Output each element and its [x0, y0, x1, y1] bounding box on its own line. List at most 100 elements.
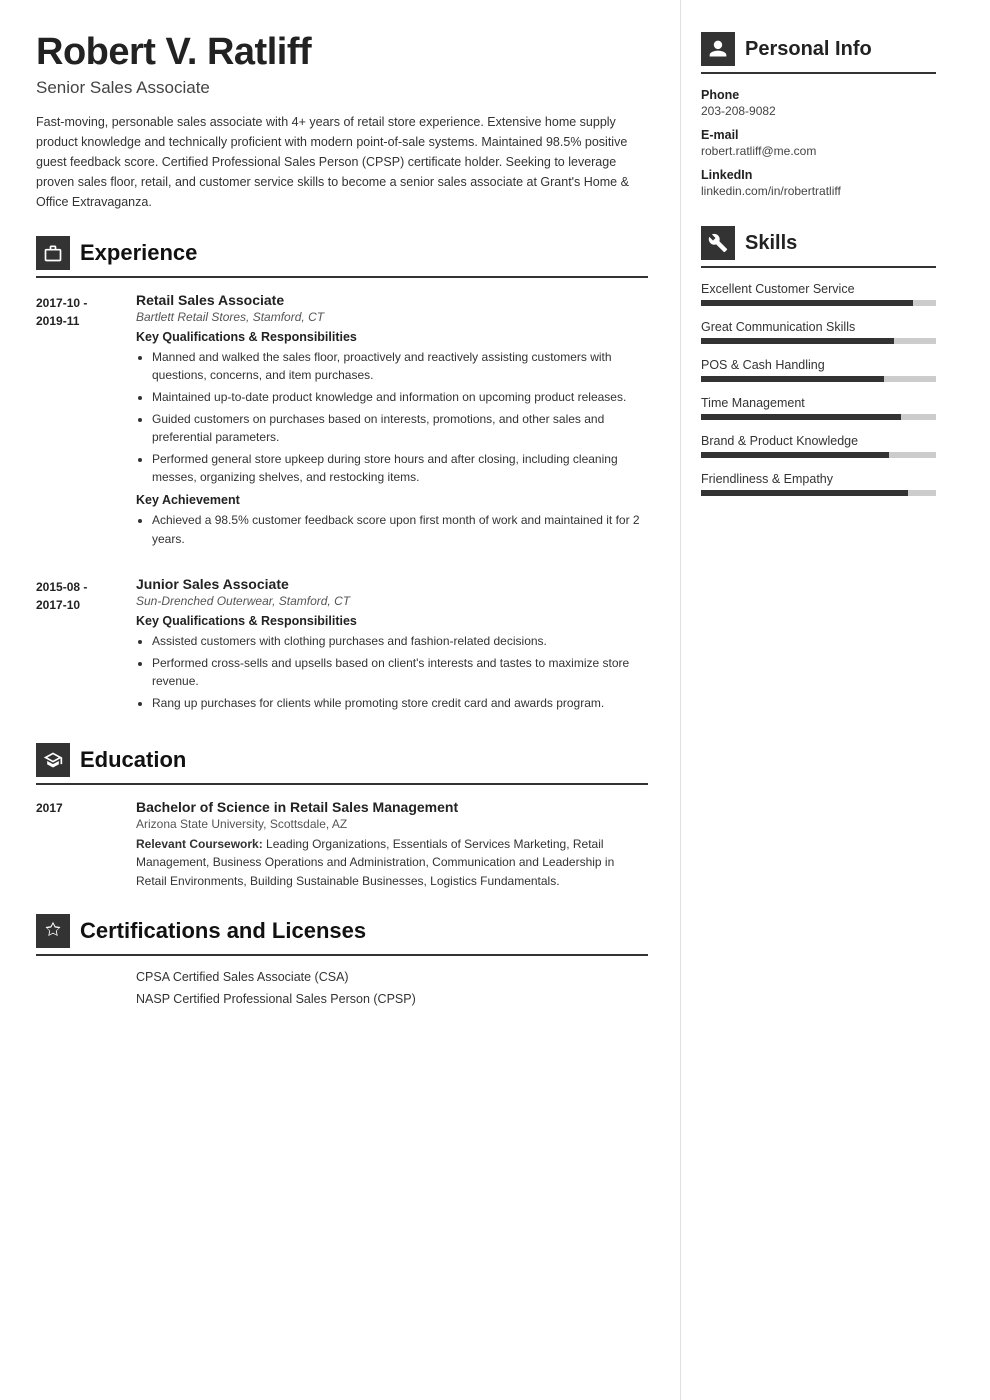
skills-icon: [701, 226, 735, 260]
email-block: E-mail robert.ratliff@me.com: [701, 128, 936, 158]
phone-value: 203-208-9082: [701, 104, 936, 118]
cert-entries: CPSA Certified Sales Associate (CSA) NASP…: [36, 970, 648, 1006]
edu-degree-0: Bachelor of Science in Retail Sales Mana…: [136, 799, 648, 815]
personal-info-section: Personal Info Phone 203-208-9082 E-mail …: [701, 32, 936, 198]
resume-wrapper: Robert V. Ratliff Senior Sales Associate…: [0, 0, 990, 1400]
exp-qual-item-1-1: Performed cross-sells and upsells based …: [152, 654, 648, 691]
skill-item-1: Great Communication Skills: [701, 320, 936, 344]
exp-content-0: Retail Sales Associate Bartlett Retail St…: [136, 292, 648, 554]
skills-section: Skills Excellent Customer Service Great C…: [701, 226, 936, 496]
skill-item-2: POS & Cash Handling: [701, 358, 936, 382]
right-column: Personal Info Phone 203-208-9082 E-mail …: [680, 0, 960, 1400]
exp-qual-list-1: Assisted customers with clothing purchas…: [136, 632, 648, 712]
skill-name-2: POS & Cash Handling: [701, 358, 936, 372]
exp-dates-0: 2017-10 -2019-11: [36, 292, 136, 554]
skills-header: Skills: [701, 226, 936, 260]
experience-icon: [36, 236, 70, 270]
email-value: robert.ratliff@me.com: [701, 144, 936, 158]
exp-company-0: Bartlett Retail Stores, Stamford, CT: [136, 310, 648, 324]
edu-coursework-0: Relevant Coursework: Leading Organizatio…: [136, 835, 648, 891]
skill-bar-fill-4: [701, 452, 889, 458]
edu-content-0: Bachelor of Science in Retail Sales Mana…: [136, 799, 648, 891]
edu-year-0: 2017: [36, 799, 136, 891]
education-divider: [36, 783, 648, 785]
exp-qual-item-0-2: Guided customers on purchases based on i…: [152, 410, 648, 447]
phone-block: Phone 203-208-9082: [701, 88, 936, 118]
linkedin-value: linkedin.com/in/robertratliff: [701, 184, 936, 198]
phone-label: Phone: [701, 88, 936, 102]
exp-qual-item-0-0: Manned and walked the sales floor, proac…: [152, 348, 648, 385]
edu-school-0: Arizona State University, Scottsdale, AZ: [136, 817, 648, 831]
skill-bar-bg-0: [701, 300, 936, 306]
skills-divider: [701, 266, 936, 268]
education-icon: [36, 743, 70, 777]
skill-item-4: Brand & Product Knowledge: [701, 434, 936, 458]
experience-entries: 2017-10 -2019-11Retail Sales Associate Ba…: [36, 292, 648, 719]
skill-name-3: Time Management: [701, 396, 936, 410]
exp-ach-list-0: Achieved a 98.5% customer feedback score…: [136, 511, 648, 548]
candidate-title: Senior Sales Associate: [36, 78, 648, 98]
exp-qual-label-1: Key Qualifications & Responsibilities: [136, 614, 648, 628]
linkedin-label: LinkedIn: [701, 168, 936, 182]
exp-content-1: Junior Sales AssociateSun-Drenched Outer…: [136, 576, 648, 718]
education-title: Education: [80, 747, 186, 773]
exp-job-title-0: Retail Sales Associate: [136, 292, 648, 308]
skill-name-0: Excellent Customer Service: [701, 282, 936, 296]
skill-bar-fill-1: [701, 338, 894, 344]
certifications-title: Certifications and Licenses: [80, 918, 366, 944]
certifications-section: Certifications and Licenses CPSA Certifi…: [36, 914, 648, 1006]
personal-info-icon: [701, 32, 735, 66]
skill-name-5: Friendliness & Empathy: [701, 472, 936, 486]
experience-divider: [36, 276, 648, 278]
resume-header: Robert V. Ratliff Senior Sales Associate…: [36, 32, 648, 212]
email-label: E-mail: [701, 128, 936, 142]
skills-entries: Excellent Customer Service Great Communic…: [701, 282, 936, 496]
certifications-icon: [36, 914, 70, 948]
exp-qual-item-0-1: Maintained up-to-date product knowledge …: [152, 388, 648, 407]
skill-bar-bg-2: [701, 376, 936, 382]
skill-bar-bg-3: [701, 414, 936, 420]
summary-text: Fast-moving, personable sales associate …: [36, 112, 648, 212]
exp-qual-item-0-3: Performed general store upkeep during st…: [152, 450, 648, 487]
cert-entry-1: NASP Certified Professional Sales Person…: [136, 992, 648, 1006]
exp-ach-item-0-0: Achieved a 98.5% customer feedback score…: [152, 511, 648, 548]
exp-qual-item-1-2: Rang up purchases for clients while prom…: [152, 694, 648, 713]
edu-entry-0: 2017Bachelor of Science in Retail Sales …: [36, 799, 648, 891]
skill-bar-fill-3: [701, 414, 901, 420]
left-column: Robert V. Ratliff Senior Sales Associate…: [0, 0, 680, 1400]
linkedin-block: LinkedIn linkedin.com/in/robertratliff: [701, 168, 936, 198]
experience-header: Experience: [36, 236, 648, 270]
certifications-divider: [36, 954, 648, 956]
experience-entry-1: 2015-08 -2017-10Junior Sales AssociateSu…: [36, 576, 648, 718]
skills-title: Skills: [745, 232, 797, 255]
candidate-name: Robert V. Ratliff: [36, 32, 648, 74]
skill-bar-fill-5: [701, 490, 908, 496]
experience-section: Experience 2017-10 -2019-11Retail Sales …: [36, 236, 648, 719]
personal-info-divider: [701, 72, 936, 74]
skill-name-1: Great Communication Skills: [701, 320, 936, 334]
exp-dates-1: 2015-08 -2017-10: [36, 576, 136, 718]
exp-qual-label-0: Key Qualifications & Responsibilities: [136, 330, 648, 344]
exp-company-1: Sun-Drenched Outerwear, Stamford, CT: [136, 594, 648, 608]
skill-item-5: Friendliness & Empathy: [701, 472, 936, 496]
experience-title: Experience: [80, 240, 197, 266]
skill-item-0: Excellent Customer Service: [701, 282, 936, 306]
skill-bar-fill-0: [701, 300, 913, 306]
cert-entry-0: CPSA Certified Sales Associate (CSA): [136, 970, 648, 984]
skill-bar-bg-4: [701, 452, 936, 458]
education-section: Education 2017Bachelor of Science in Ret…: [36, 743, 648, 891]
exp-ach-label-0: Key Achievement: [136, 493, 648, 507]
skill-bar-fill-2: [701, 376, 884, 382]
experience-entry-0: 2017-10 -2019-11Retail Sales Associate Ba…: [36, 292, 648, 554]
exp-qual-item-1-0: Assisted customers with clothing purchas…: [152, 632, 648, 651]
education-header: Education: [36, 743, 648, 777]
skill-bar-bg-5: [701, 490, 936, 496]
skill-item-3: Time Management: [701, 396, 936, 420]
personal-info-title: Personal Info: [745, 38, 872, 61]
personal-info-header: Personal Info: [701, 32, 936, 66]
skill-name-4: Brand & Product Knowledge: [701, 434, 936, 448]
education-entries: 2017Bachelor of Science in Retail Sales …: [36, 799, 648, 891]
skill-bar-bg-1: [701, 338, 936, 344]
certifications-header: Certifications and Licenses: [36, 914, 648, 948]
exp-qual-list-0: Manned and walked the sales floor, proac…: [136, 348, 648, 487]
